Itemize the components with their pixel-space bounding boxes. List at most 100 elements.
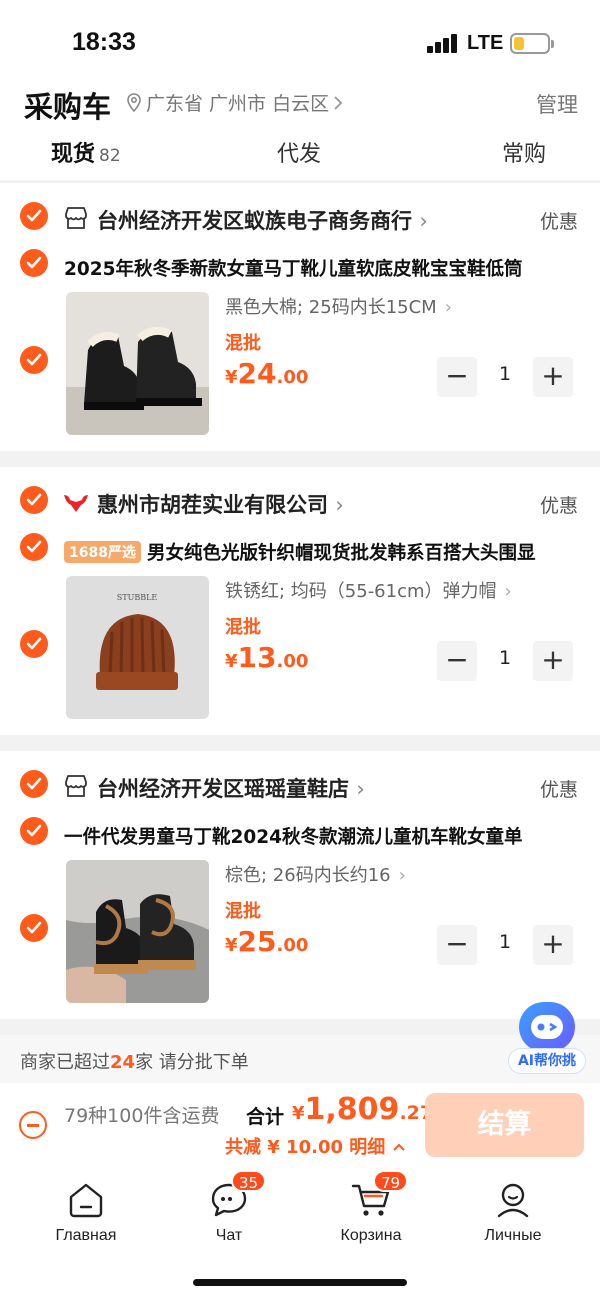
shop-card: 惠州市胡茬实业有限公司 › 优惠 1688严选 男女纯色光版针织帽现货批发韩系百搭… [0, 467, 600, 735]
home-indicator [193, 1279, 407, 1286]
chat-badge: 35 [231, 1170, 267, 1192]
ai-bot-icon [519, 1002, 575, 1052]
product-image[interactable] [66, 860, 209, 1003]
product-title-checkbox[interactable] [20, 249, 48, 277]
product-checkbox[interactable] [20, 346, 48, 374]
check-icon [26, 353, 42, 366]
shop-logo-icon [64, 495, 88, 512]
product-checkbox[interactable] [20, 914, 48, 942]
total-price: ¥1,809.27 [292, 1092, 434, 1127]
shop-checkbox[interactable] [20, 486, 48, 514]
product-title-checkbox[interactable] [20, 533, 48, 561]
increase-button[interactable]: + [533, 925, 573, 965]
shop-checkbox[interactable] [20, 202, 48, 230]
home-icon [66, 1180, 106, 1220]
product-image[interactable]: STUBBLE [66, 576, 209, 719]
product-title[interactable]: 2025年秋冬季新款女童马丁靴儿童软底皮靴宝宝鞋低筒 [64, 255, 574, 281]
cart-badge: 79 [373, 1170, 409, 1192]
product-title[interactable]: 一件代发男童马丁靴2024秋冬款潮流儿童机车靴女童单 [64, 823, 574, 849]
status-bar: 18:33 LTE [0, 0, 600, 80]
checkout-button[interactable]: 结算 [425, 1093, 584, 1157]
tab-frequent[interactable]: 常购 [502, 136, 546, 168]
decrease-button[interactable]: − [437, 925, 477, 965]
status-time: 18:33 [72, 28, 136, 56]
location-text: 广东省 广州市 白云区 [146, 93, 330, 115]
store-icon [65, 207, 87, 229]
product-spec[interactable]: 铁锈红; 均码（55-61cm）弹力帽 › [225, 577, 512, 603]
nav-label: Корзина [340, 1227, 402, 1244]
check-icon [26, 921, 42, 934]
shop-header: 台州经济开发区蚁族电子商务商行 › 优惠 [0, 201, 600, 237]
tab-bar: 现货 82 代发 常购 [0, 130, 600, 176]
location-selector[interactable]: 广东省 广州市 白云区 [126, 89, 343, 116]
cart-icon: 79 [351, 1170, 409, 1220]
product-title-checkbox[interactable] [20, 817, 48, 845]
promo-link[interactable]: 优惠 [540, 491, 578, 518]
shop-checkbox[interactable] [20, 770, 48, 798]
check-icon [26, 824, 42, 837]
nav-label: Чат [215, 1227, 243, 1244]
location-pin-icon [127, 92, 141, 112]
items-count: 79种100件含运费 [64, 1105, 220, 1127]
total-label: 合计 [246, 1106, 285, 1128]
deselect-all-icon[interactable] [19, 1111, 47, 1139]
product-spec[interactable]: 棕色; 26码内长约16 › [225, 861, 406, 887]
network-label: LTE [467, 32, 504, 54]
check-icon [26, 777, 42, 790]
quantity-value[interactable]: 1 [477, 647, 533, 669]
check-icon [26, 540, 42, 553]
tab-dropship[interactable]: 代发 [277, 136, 321, 168]
check-icon [26, 209, 42, 222]
tab-in-stock[interactable]: 现货 82 [51, 136, 121, 168]
profile-icon [493, 1180, 533, 1220]
product-image[interactable] [66, 292, 209, 435]
manage-button[interactable]: 管理 [536, 89, 578, 119]
promo-link[interactable]: 优惠 [540, 775, 578, 802]
battery-icon [510, 33, 554, 54]
svg-text:STUBBLE: STUBBLE [117, 593, 158, 602]
nav-label: Личные [484, 1227, 542, 1244]
shop-name[interactable]: 台州经济开发区瑶瑶童鞋店 › [97, 773, 365, 803]
bottom-nav: Главная 35 Чат 79 Корзина Личные [0, 1170, 600, 1262]
shop-name[interactable]: 惠州市胡茬实业有限公司 › [97, 489, 344, 519]
promo-link[interactable]: 优惠 [540, 207, 578, 234]
chat-icon: 35 [209, 1170, 267, 1220]
chevron-right-icon [334, 95, 343, 110]
tab-label: 现货 [51, 142, 96, 167]
mixed-batch-label: 混批 [225, 333, 261, 354]
product-spec[interactable]: 黑色大棉; 25码内长15CM › [225, 293, 452, 319]
increase-button[interactable]: + [533, 641, 573, 681]
check-icon [26, 637, 42, 650]
nav-home[interactable]: Главная [26, 1180, 146, 1245]
nav-profile[interactable]: Личные [453, 1180, 573, 1245]
shop-card: 台州经济开发区蚁族电子商务商行 › 优惠 2025年秋冬季新款女童马丁靴儿童软底… [0, 183, 600, 451]
nav-chat[interactable]: 35 Чат [169, 1170, 289, 1245]
chevron-up-icon [392, 1143, 405, 1151]
decrease-button[interactable]: − [437, 641, 477, 681]
quantity-value[interactable]: 1 [477, 363, 533, 385]
mixed-batch-label: 混批 [225, 901, 261, 922]
check-icon [26, 256, 42, 269]
ai-helper-button[interactable]: AI帮你挑 [508, 1002, 586, 1076]
quantity-stepper: − 1 + [437, 357, 573, 397]
product-price: ¥24.00 [225, 357, 309, 390]
shop-name[interactable]: 台州经济开发区蚁族电子商务商行 › [97, 205, 428, 235]
discount-details-link[interactable]: 共减 ¥ 10.00 明细 [225, 1133, 406, 1159]
shop-header: 惠州市胡茬实业有限公司 › 优惠 [0, 485, 600, 521]
increase-button[interactable]: + [533, 357, 573, 397]
shop-header: 台州经济开发区瑶瑶童鞋店 › 优惠 [0, 769, 600, 805]
product-checkbox[interactable] [20, 630, 48, 658]
nav-label: Главная [55, 1227, 117, 1244]
product-title[interactable]: 1688严选 男女纯色光版针织帽现货批发韩系百搭大头围显 [64, 539, 574, 565]
store-icon [65, 775, 87, 797]
check-icon [26, 493, 42, 506]
quantity-stepper: − 1 + [437, 641, 573, 681]
selection-badge: 1688严选 [64, 541, 141, 563]
signal-icon [427, 33, 459, 53]
quantity-stepper: − 1 + [437, 925, 573, 965]
nav-cart[interactable]: 79 Корзина [311, 1170, 431, 1245]
page-title: 采购车 [24, 90, 112, 124]
product-price: ¥25.00 [225, 925, 309, 958]
decrease-button[interactable]: − [437, 357, 477, 397]
quantity-value[interactable]: 1 [477, 931, 533, 953]
